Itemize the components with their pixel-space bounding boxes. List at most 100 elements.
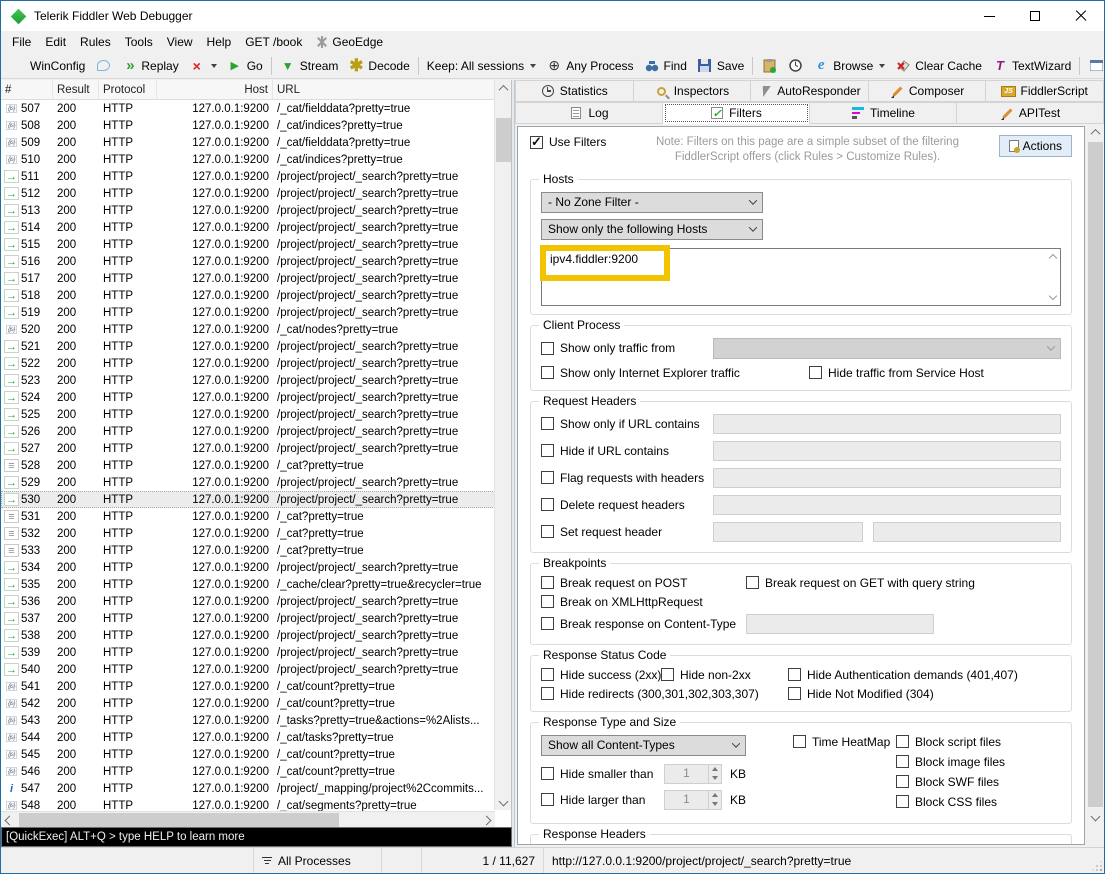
session-list-header[interactable]: # Result Protocol Host URL: [1, 80, 495, 100]
timer-button[interactable]: [782, 56, 808, 76]
hide-redirects-checkbox[interactable]: Hide redirects (300,301,302,303,307): [541, 687, 788, 701]
delete-request-headers-input[interactable]: [713, 495, 1061, 515]
session-row[interactable]: 520200HTTP127.0.0.1:9200/_cat/nodes?pret…: [1, 321, 495, 338]
session-row[interactable]: 528200HTTP127.0.0.1:9200/_cat?pretty=tru…: [1, 457, 495, 474]
session-row[interactable]: 525200HTTP127.0.0.1:9200/project/project…: [1, 406, 495, 423]
session-row[interactable]: 518200HTTP127.0.0.1:9200/project/project…: [1, 287, 495, 304]
session-row[interactable]: 548200HTTP127.0.0.1:9200/_cat/segments?p…: [1, 797, 495, 811]
tearoff-button[interactable]: Tearoff: [1083, 56, 1105, 76]
block-image-checkbox[interactable]: Block image files: [896, 755, 1061, 769]
tab-apitest[interactable]: APITest: [957, 102, 1104, 124]
show-only-ie-checkbox[interactable]: Show only Internet Explorer traffic: [541, 366, 809, 380]
session-row[interactable]: 541200HTTP127.0.0.1:9200/_cat/count?pret…: [1, 678, 495, 695]
session-row[interactable]: 539200HTTP127.0.0.1:9200/project/project…: [1, 644, 495, 661]
keep-sessions-dropdown[interactable]: Keep: All sessions: [422, 57, 541, 75]
hide-smaller-size-stepper[interactable]: 1: [664, 764, 722, 784]
session-row[interactable]: 513200HTTP127.0.0.1:9200/project/project…: [1, 202, 495, 219]
go-button[interactable]: ▶Go: [222, 56, 268, 76]
hide-auth-demands-checkbox[interactable]: Hide Authentication demands (401,407): [788, 668, 1018, 682]
session-row[interactable]: 519200HTTP127.0.0.1:9200/project/project…: [1, 304, 495, 321]
session-row[interactable]: 537200HTTP127.0.0.1:9200/project/project…: [1, 610, 495, 627]
session-row[interactable]: 526200HTTP127.0.0.1:9200/project/project…: [1, 423, 495, 440]
delete-request-headers-checkbox[interactable]: Delete request headers: [541, 498, 713, 512]
break-response-content-type-checkbox[interactable]: Break response on Content-Type: [541, 617, 746, 631]
session-row[interactable]: 515200HTTP127.0.0.1:9200/project/project…: [1, 236, 495, 253]
process-dropdown[interactable]: [713, 338, 1061, 359]
set-request-header-value-input[interactable]: [873, 522, 1061, 542]
hide-larger-checkbox[interactable]: Hide larger than: [541, 793, 664, 807]
menu-item-help[interactable]: Help: [200, 32, 239, 52]
stream-button[interactable]: ▼Stream: [275, 56, 344, 76]
scroll-thumb[interactable]: [496, 118, 511, 162]
tab-filters[interactable]: ✓Filters: [663, 102, 810, 124]
tab-statistics[interactable]: Statistics: [515, 80, 634, 102]
winconfig-button[interactable]: WinConfig: [5, 56, 90, 76]
set-request-header-checkbox[interactable]: Set request header: [541, 525, 713, 539]
maximize-button[interactable]: [1012, 1, 1058, 31]
session-row[interactable]: 532200HTTP127.0.0.1:9200/_cat?pretty=tru…: [1, 525, 495, 542]
menu-item-get-book[interactable]: GET /book: [238, 32, 309, 52]
tab-autoresponder[interactable]: AutoResponder: [751, 80, 869, 102]
hide-not-modified-checkbox[interactable]: Hide Not Modified (304): [788, 687, 934, 701]
session-clipboard-button[interactable]: [756, 56, 782, 76]
close-button[interactable]: [1058, 1, 1104, 31]
flag-requests-headers-input[interactable]: [713, 468, 1061, 488]
textwizard-button[interactable]: TTextWizard: [987, 56, 1076, 76]
tab-composer[interactable]: Composer: [869, 80, 987, 102]
scroll-down-button[interactable]: [1087, 808, 1104, 825]
capturing-indicator[interactable]: [1, 848, 254, 873]
session-row[interactable]: 530200HTTP127.0.0.1:9200/project/project…: [1, 491, 495, 508]
tab-inspectors[interactable]: Inspectors: [634, 80, 752, 102]
scroll-left-button[interactable]: [1, 812, 18, 828]
break-on-post-checkbox[interactable]: Break request on POST: [541, 576, 746, 590]
scroll-thumb[interactable]: [1088, 142, 1103, 807]
session-row[interactable]: 522200HTTP127.0.0.1:9200/project/project…: [1, 355, 495, 372]
session-row[interactable]: 523200HTTP127.0.0.1:9200/project/project…: [1, 372, 495, 389]
hide-success-checkbox[interactable]: Hide success (2xx): [541, 668, 661, 682]
menu-item-edit[interactable]: Edit: [38, 32, 73, 52]
session-row[interactable]: 534200HTTP127.0.0.1:9200/project/project…: [1, 559, 495, 576]
session-row[interactable]: 517200HTTP127.0.0.1:9200/project/project…: [1, 270, 495, 287]
session-row[interactable]: 512200HTTP127.0.0.1:9200/project/project…: [1, 185, 495, 202]
scroll-up-button[interactable]: [1087, 124, 1104, 141]
break-content-type-input[interactable]: [746, 614, 934, 634]
use-filters-checkbox[interactable]: Use Filters: [530, 135, 606, 149]
session-row[interactable]: 507200HTTP127.0.0.1:9200/_cat/fielddata?…: [1, 100, 495, 117]
session-list-horizontal-scrollbar[interactable]: [1, 811, 495, 827]
zone-filter-dropdown[interactable]: - No Zone Filter -: [541, 192, 763, 213]
decode-button[interactable]: ✱Decode: [343, 56, 414, 76]
any-process-button[interactable]: ⊕Any Process: [541, 56, 638, 76]
session-row[interactable]: 516200HTTP127.0.0.1:9200/project/project…: [1, 253, 495, 270]
menu-item-rules[interactable]: Rules: [73, 32, 118, 52]
find-button[interactable]: Find: [639, 56, 692, 76]
browse-button[interactable]: eBrowse: [808, 56, 890, 76]
menu-item-view[interactable]: View: [160, 32, 200, 52]
block-script-checkbox[interactable]: Block script files: [896, 735, 1061, 749]
flag-requests-headers-checkbox[interactable]: Flag requests with headers: [541, 471, 713, 485]
session-row[interactable]: 527200HTTP127.0.0.1:9200/project/project…: [1, 440, 495, 457]
session-row[interactable]: 509200HTTP127.0.0.1:9200/_cat/fielddata?…: [1, 134, 495, 151]
session-row[interactable]: 544200HTTP127.0.0.1:9200/_cat/tasks?pret…: [1, 729, 495, 746]
time-heatmap-checkbox[interactable]: Time HeatMap: [793, 735, 896, 749]
quickexec-bar[interactable]: [QuickExec] ALT+Q > type HELP to learn m…: [1, 827, 512, 847]
scroll-down-icon[interactable]: [1049, 292, 1057, 300]
scroll-up-button[interactable]: [495, 80, 512, 97]
scroll-thumb[interactable]: [19, 813, 339, 827]
process-filter[interactable]: All Processes: [254, 848, 382, 873]
hide-service-host-checkbox[interactable]: Hide traffic from Service Host: [809, 366, 984, 380]
session-row[interactable]: 538200HTTP127.0.0.1:9200/project/project…: [1, 627, 495, 644]
actions-button[interactable]: Actions: [999, 135, 1072, 157]
session-row[interactable]: 536200HTTP127.0.0.1:9200/project/project…: [1, 593, 495, 610]
session-row[interactable]: 531200HTTP127.0.0.1:9200/_cat?pretty=tru…: [1, 508, 495, 525]
hide-larger-size-stepper[interactable]: 1: [664, 790, 722, 810]
host-filter-dropdown[interactable]: Show only the following Hosts: [541, 219, 763, 240]
tab-log[interactable]: Log: [515, 102, 663, 124]
block-swf-checkbox[interactable]: Block SWF files: [896, 775, 1061, 789]
hide-url-contains-input[interactable]: [713, 441, 1061, 461]
hide-url-contains-checkbox[interactable]: Hide if URL contains: [541, 444, 713, 458]
show-only-url-contains-checkbox[interactable]: Show only if URL contains: [541, 417, 713, 431]
session-row[interactable]: 533200HTTP127.0.0.1:9200/_cat?pretty=tru…: [1, 542, 495, 559]
session-row[interactable]: 529200HTTP127.0.0.1:9200/project/project…: [1, 474, 495, 491]
tab-timeline[interactable]: Timeline: [810, 102, 957, 124]
session-row[interactable]: 535200HTTP127.0.0.1:9200/_cache/clear?pr…: [1, 576, 495, 593]
